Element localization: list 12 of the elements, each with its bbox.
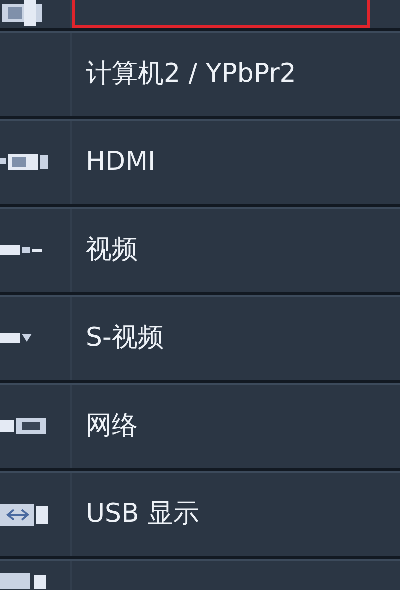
menu-label: HDMI — [85, 146, 157, 176]
menu-item[interactable]: HDMI — [0, 119, 400, 207]
menu-item[interactable]: 网络 — [0, 383, 400, 471]
menu-item[interactable]: S-视频 — [0, 295, 400, 383]
menu-label: 视频 — [85, 234, 139, 267]
menu-item[interactable]: USB 显示 — [0, 471, 400, 559]
menu-label: 计算机2 / YPbPr2 — [85, 58, 298, 91]
menu-label: USB 显示 — [85, 498, 201, 531]
menu-item[interactable]: 视频 — [0, 207, 400, 295]
menu-item[interactable]: 计算机2 / YPbPr2 — [0, 31, 400, 119]
menu-label: S-视频 — [85, 322, 165, 355]
menu-label: 网络 — [85, 410, 139, 443]
